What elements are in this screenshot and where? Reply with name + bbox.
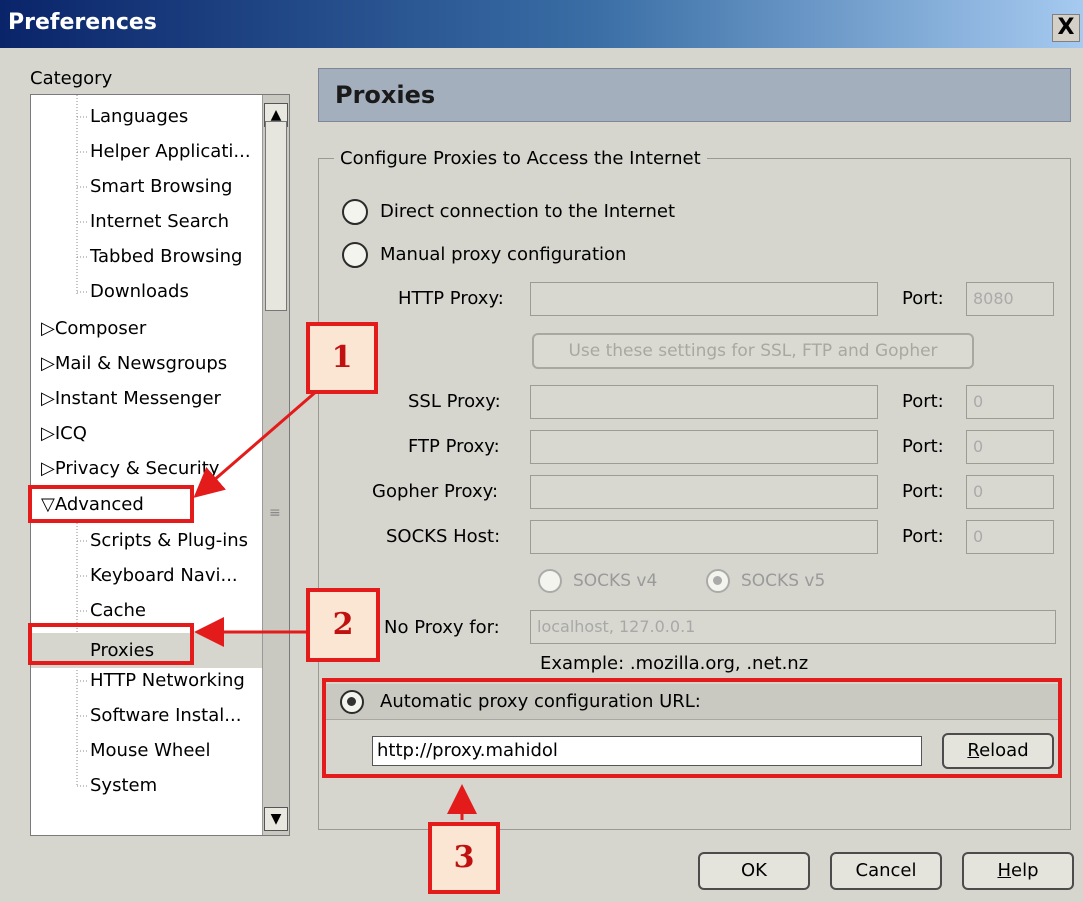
- tree-item-mouse-wheel[interactable]: Mouse Wheel: [90, 739, 210, 763]
- ok-button[interactable]: OK: [698, 852, 810, 890]
- expand-arrow-icon[interactable]: ▷: [41, 318, 55, 339]
- socks-v4-radio[interactable]: [538, 569, 562, 593]
- window-title: Preferences: [8, 10, 157, 35]
- tree-item-smart-browsing[interactable]: Smart Browsing: [90, 175, 232, 199]
- ftp-proxy-label: FTP Proxy:: [408, 436, 500, 457]
- tree-item-keyboard-navigation[interactable]: Keyboard Navi...: [90, 564, 238, 588]
- step-1-callout: 1: [306, 322, 378, 394]
- http-port-field[interactable]: 8080: [966, 282, 1054, 316]
- manual-proxy-radio[interactable]: [342, 242, 368, 268]
- scroll-grip-icon: ≡: [269, 505, 281, 521]
- tree-item-label: Privacy & Security: [54, 458, 220, 479]
- socks-v5-label: SOCKS v5: [741, 571, 826, 591]
- http-proxy-label: HTTP Proxy:: [398, 288, 504, 309]
- annotation-proxies-highlight: [28, 623, 194, 665]
- socks-host-field[interactable]: [530, 520, 878, 554]
- gopher-proxy-label: Gopher Proxy:: [372, 481, 499, 502]
- socks-port-label: Port:: [902, 526, 944, 547]
- manual-proxy-label: Manual proxy configuration: [380, 244, 627, 265]
- tree-item-languages[interactable]: Languages: [90, 105, 188, 129]
- expand-arrow-icon[interactable]: ▷: [41, 388, 55, 409]
- socks-host-label: SOCKS Host:: [386, 526, 501, 547]
- expand-arrow-icon[interactable]: ▷: [41, 423, 55, 444]
- no-proxy-label: No Proxy for:: [384, 617, 500, 638]
- tree-item-composer[interactable]: ▷Composer: [41, 317, 146, 341]
- ftp-proxy-field[interactable]: [530, 430, 878, 464]
- expand-arrow-icon[interactable]: ▷: [41, 458, 55, 479]
- no-proxy-example: Example: .mozilla.org, .net.nz: [540, 653, 809, 674]
- category-tree: Languages Helper Applicati... Smart Brow…: [30, 94, 290, 836]
- cancel-button[interactable]: Cancel: [830, 852, 942, 890]
- ssl-proxy-label: SSL Proxy:: [408, 391, 501, 412]
- ssl-proxy-field[interactable]: [530, 385, 878, 419]
- tree-item-label: Mail & Newsgroups: [54, 353, 228, 374]
- socks-v4-label: SOCKS v4: [573, 571, 658, 591]
- annotation-advanced-highlight: [28, 485, 194, 523]
- tree-item-tabbed-browsing[interactable]: Tabbed Browsing: [90, 245, 242, 269]
- ssl-port-field[interactable]: 0: [966, 385, 1054, 419]
- scroll-down-button[interactable]: ▼: [264, 807, 288, 831]
- gopher-port-label: Port:: [902, 481, 944, 502]
- gopher-proxy-field[interactable]: [530, 475, 878, 509]
- ftp-port-label: Port:: [902, 436, 944, 457]
- category-label: Category: [30, 68, 113, 89]
- tree-item-internet-search[interactable]: Internet Search: [90, 210, 229, 234]
- panel-header: Proxies: [318, 68, 1071, 122]
- direct-connection-label: Direct connection to the Internet: [380, 201, 676, 222]
- title-bar: Preferences X: [0, 0, 1083, 48]
- expand-arrow-icon[interactable]: ▷: [41, 353, 55, 374]
- tree-item-mail-newsgroups[interactable]: ▷Mail & Newsgroups: [41, 352, 227, 376]
- tree-item-scripts-plugins[interactable]: Scripts & Plug-ins: [90, 529, 248, 553]
- ssl-port-label: Port:: [902, 391, 944, 412]
- tree-item-instant-messenger[interactable]: ▷Instant Messenger: [41, 387, 221, 411]
- direct-connection-radio[interactable]: [342, 199, 368, 225]
- tree-item-system[interactable]: System: [90, 774, 157, 798]
- socks-v5-radio[interactable]: [706, 569, 730, 593]
- ftp-port-field[interactable]: 0: [966, 430, 1054, 464]
- tree-item-icq[interactable]: ▷ICQ: [41, 422, 87, 446]
- step-3-callout: 3: [428, 822, 500, 894]
- http-port-label: Port:: [902, 288, 944, 309]
- tree-item-label: ICQ: [54, 423, 87, 444]
- tree-item-privacy-security[interactable]: ▷Privacy & Security: [41, 457, 219, 481]
- gopher-port-field[interactable]: 0: [966, 475, 1054, 509]
- tree-item-helper-applications[interactable]: Helper Applicati...: [90, 140, 251, 164]
- tree-item-software-installation[interactable]: Software Instal...: [90, 704, 241, 728]
- no-proxy-field[interactable]: localhost, 127.0.0.1: [530, 610, 1056, 644]
- http-proxy-field[interactable]: [530, 282, 878, 316]
- tree-item-label: Instant Messenger: [54, 388, 221, 409]
- use-same-settings-button[interactable]: Use these settings for SSL, FTP and Goph…: [532, 333, 974, 369]
- tree-item-http-networking[interactable]: HTTP Networking: [90, 669, 245, 693]
- panel-title: Proxies: [335, 81, 436, 109]
- annotation-auto-proxy-highlight: [322, 678, 1062, 778]
- close-button[interactable]: X: [1052, 14, 1080, 42]
- tree-item-downloads[interactable]: Downloads: [90, 280, 189, 304]
- help-button[interactable]: Help: [962, 852, 1074, 890]
- tree-scrollbar[interactable]: ▲ ≡ ▼: [262, 95, 289, 835]
- tree-item-cache[interactable]: Cache: [90, 599, 146, 623]
- step-2-callout: 2: [306, 588, 380, 662]
- socks-port-field[interactable]: 0: [966, 520, 1054, 554]
- groupbox-caption: Configure Proxies to Access the Internet: [334, 148, 707, 169]
- tree-item-label: Composer: [54, 318, 147, 339]
- scroll-thumb[interactable]: [265, 121, 287, 311]
